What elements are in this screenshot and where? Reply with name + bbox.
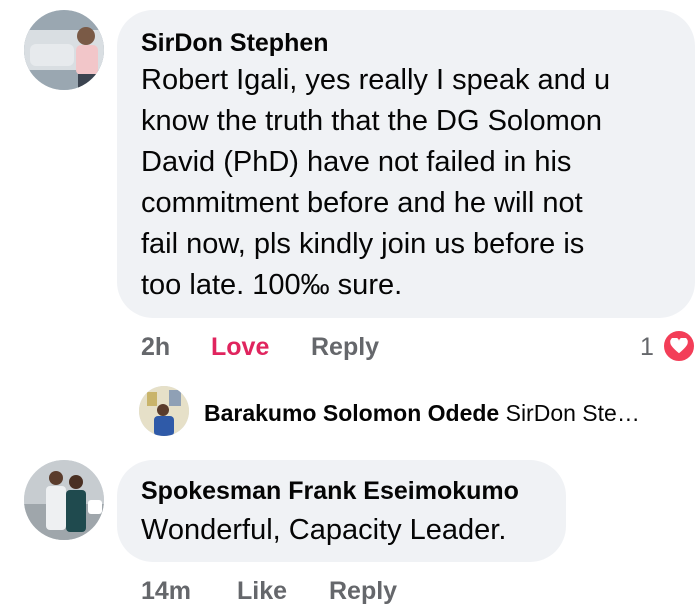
comment-text: Robert Igali, yes really I speak and u k… — [141, 60, 610, 306]
reply-author[interactable]: Barakumo Solomon Odede — [204, 400, 499, 426]
comment-actions: 2h Love Reply — [141, 333, 681, 365]
comment-text-line: David (PhD) have not failed in his — [141, 146, 572, 178]
comment-author[interactable]: Spokesman Frank Eseimokumo — [141, 476, 519, 506]
reply-button[interactable]: Reply — [329, 577, 397, 606]
comment-text-line: too late. 100‰ sure. — [141, 269, 403, 301]
avatar-photo-icon — [139, 386, 189, 436]
comment-text-line: know the truth that the DG Solomon — [141, 105, 603, 137]
comment-text-line: commitment before and he will not — [141, 187, 583, 219]
comment-text: Wonderful, Capacity Leader. — [141, 514, 507, 546]
comment-text-line: Robert Igali, yes really I speak and u — [141, 64, 611, 96]
reply-preview[interactable]: Barakumo Solomon Odede SirDon Ste… — [204, 400, 640, 427]
comment-author[interactable]: SirDon Stephen — [141, 28, 329, 58]
heart-icon[interactable] — [661, 328, 697, 364]
avatar-photo-icon — [24, 460, 104, 540]
comment-actions: 14m Like Reply — [141, 577, 541, 609]
heart-shape-icon — [670, 338, 688, 354]
reaction-count[interactable]: 1 — [640, 333, 654, 362]
comment-timestamp[interactable]: 14m — [141, 577, 191, 606]
avatar-spokesman-frank-eseimokumo[interactable] — [24, 460, 104, 540]
like-button[interactable]: Like — [237, 577, 287, 606]
comment-text-line: fail now, pls kindly join us before is — [141, 228, 585, 260]
reply-snippet: SirDon Ste… — [505, 400, 640, 426]
comment-timestamp[interactable]: 2h — [141, 333, 170, 362]
avatar-barakumo-solomon-odede[interactable] — [139, 386, 189, 436]
reply-button[interactable]: Reply — [311, 333, 379, 362]
love-reaction-button[interactable]: Love — [211, 333, 269, 362]
avatar-photo-icon — [24, 10, 104, 90]
comment-bubble: Spokesman Frank Eseimokumo Wonderful, Ca… — [117, 460, 566, 562]
comment-bubble: SirDon Stephen Robert Igali, yes really … — [117, 10, 695, 318]
avatar-sirdon-stephen[interactable] — [24, 10, 104, 90]
